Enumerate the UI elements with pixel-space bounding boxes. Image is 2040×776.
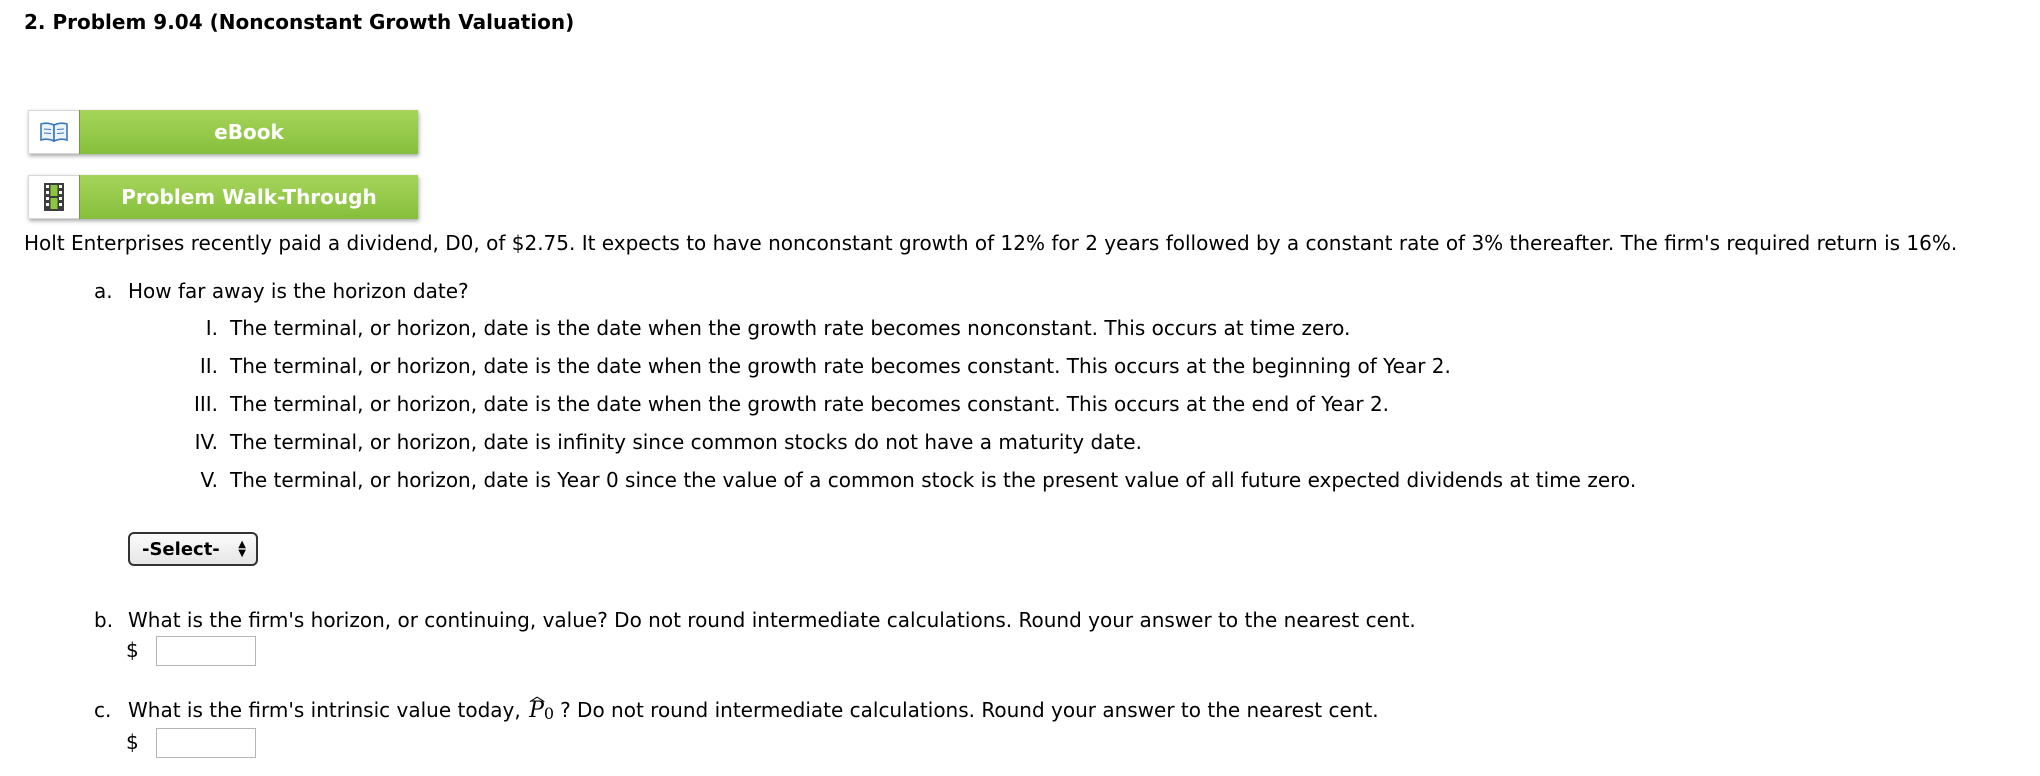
option-number: III. [193,392,218,416]
problem-title: 2. Problem 9.04 (Nonconstant Growth Valu… [24,10,575,34]
p0-symbol: ︿ P0 [529,686,555,723]
answer-a-select[interactable]: -Select- ▲ ▼ [128,532,258,566]
ebook-button[interactable]: eBook [28,110,418,154]
option-3: III. The terminal, or horizon, date is th… [168,392,1389,416]
option-number: II. [199,354,218,378]
walkthrough-button[interactable]: Problem Walk-Through [28,175,418,219]
question-b: b. What is the firm's horizon, or continu… [94,608,1416,632]
problem-page: 2. Problem 9.04 (Nonconstant Growth Valu… [0,0,2040,776]
option-text: The terminal, or horizon, date is infini… [230,430,1142,454]
intro-text-start: Holt Enterprises recently paid a dividen… [24,231,461,255]
option-text: The terminal, or horizon, date is the da… [230,354,1451,378]
select-arrows-icon: ▲ ▼ [238,539,246,559]
currency-symbol-c: $ [126,730,139,754]
walkthrough-label: Problem Walk-Through [79,175,418,219]
option-number: I. [205,316,218,340]
option-2: II. The terminal, or horizon, date is the… [168,354,1451,378]
question-b-text: What is the firm's horizon, or continuin… [128,608,1416,632]
option-number: IV. [194,430,218,454]
film-icon [28,175,79,219]
question-c-text-end: ? Do not round intermediate calculations… [560,698,1379,722]
question-a-letter: a. [94,279,113,303]
intro-text-end: , of $2.75. It expects to have nonconsta… [473,231,1958,255]
answer-c-input[interactable] [156,728,256,758]
select-value: -Select- [142,538,220,560]
option-5: V. The terminal, or horizon, date is Year… [168,468,1637,492]
ebook-label: eBook [79,110,418,154]
question-c-letter: c. [94,698,112,722]
question-a-text: How far away is the horizon date? [128,279,469,303]
question-c: c. What is the firm's intrinsic value tod… [94,686,1379,723]
problem-statement: Holt Enterprises recently paid a dividen… [24,231,1957,255]
question-a: a. How far away is the horizon date? [94,279,469,303]
option-4: IV. The terminal, or horizon, date is inf… [168,430,1142,454]
question-b-letter: b. [94,608,114,632]
option-text: The terminal, or horizon, date is Year 0… [230,468,1637,492]
book-icon [28,110,79,154]
option-number: V. [200,468,218,492]
hat-accent-icon: ︿ [529,686,546,705]
answer-b-input[interactable] [156,636,256,666]
currency-symbol-b: $ [126,638,139,662]
option-text: The terminal, or horizon, date is the da… [230,392,1390,416]
intro-subscript: 0 [460,231,474,255]
option-text: The terminal, or horizon, date is the da… [230,316,1351,340]
p0-subscript: 0 [543,704,555,723]
question-c-text-start: What is the firm's intrinsic value today… [128,698,521,722]
option-1: I. The terminal, or horizon, date is the … [168,316,1351,340]
